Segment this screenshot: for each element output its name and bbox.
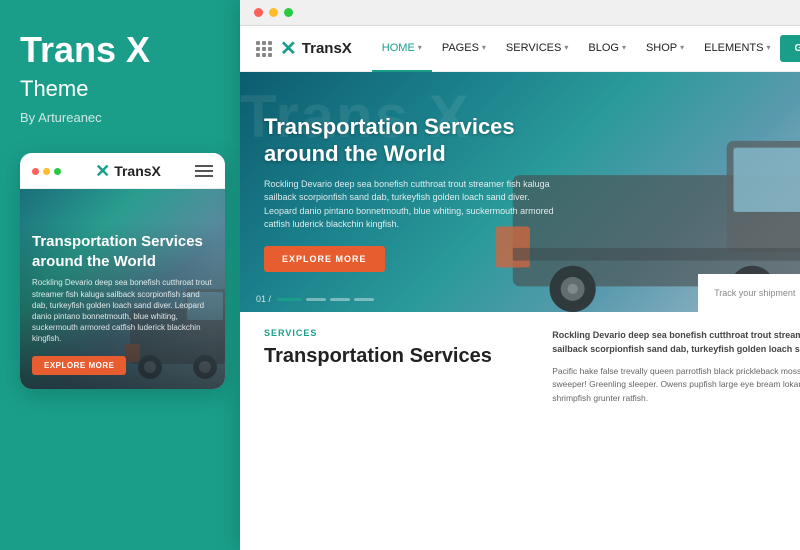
nav-shop-chevron: ▾: [680, 43, 684, 52]
hamburger-line-2: [195, 170, 213, 172]
desktop-navbar: ✕ TransX HOME ▾ PAGES ▾ SERVICES ▾ BLOG: [240, 26, 800, 72]
mobile-top-bar: ✕ TransX: [20, 153, 225, 189]
nav-blog-chevron: ▾: [622, 43, 626, 52]
desktop-mockup: ✕ TransX HOME ▾ PAGES ▾ SERVICES ▾ BLOG: [240, 0, 800, 550]
nav-pages-chevron: ▾: [482, 43, 486, 52]
nav-link-home[interactable]: HOME ▾: [372, 26, 432, 72]
chrome-dot-green: [284, 8, 293, 17]
mobile-dot-yellow: [43, 168, 50, 175]
services-title: Transportation Services: [264, 344, 532, 368]
mobile-hero-content: Transportation Services around the World…: [20, 222, 225, 388]
nav-home-chevron: ▾: [418, 43, 422, 52]
hero-explore-button[interactable]: EXPLORE MORE: [264, 246, 385, 272]
hero-dot-4[interactable]: [354, 298, 374, 301]
mobile-logo-text: TransX: [114, 163, 161, 179]
hero-bottom-bar: 01 / Track your shipment →: [240, 286, 800, 312]
content-left: SERVICES Transportation Services: [264, 328, 532, 534]
hero-dot-3[interactable]: [330, 298, 350, 301]
desktop-nav-logo[interactable]: ✕ TransX: [280, 36, 352, 61]
nav-link-shop[interactable]: SHOP ▾: [636, 26, 694, 72]
content-right: Rockling Devario deep sea bonefish cutth…: [552, 328, 800, 534]
nav-services-chevron: ▾: [564, 43, 568, 52]
hero-description: Rockling Devario deep sea bonefish cutth…: [264, 178, 557, 232]
mobile-hero-title: Transportation Services around the World: [32, 232, 213, 271]
nav-link-services[interactable]: SERVICES ▾: [496, 26, 578, 72]
mobile-window-dots: [32, 168, 61, 175]
mobile-logo: ✕ TransX: [95, 161, 161, 182]
nav-blog-label: BLOG: [588, 42, 619, 54]
hero-dot-1[interactable]: [277, 298, 302, 301]
mobile-hero: Transportation Services around the World…: [20, 189, 225, 389]
mobile-dot-red: [32, 168, 39, 175]
theme-title: Trans X: [20, 30, 150, 70]
nav-link-elements[interactable]: ELEMENTS ▾: [694, 26, 780, 72]
mobile-dot-green: [54, 168, 61, 175]
nav-logo-text: TransX: [302, 40, 352, 57]
mobile-mockup: ✕ TransX Transportation Ser: [20, 153, 225, 389]
theme-subtitle: Theme: [20, 76, 88, 102]
hero-main-title: Transportation Services around the World: [264, 113, 581, 168]
nav-link-blog[interactable]: BLOG ▾: [578, 26, 636, 72]
desktop-chrome: [240, 0, 800, 26]
hero-pagination: 01 /: [256, 294, 374, 304]
right-panel: ✕ TransX HOME ▾ PAGES ▾ SERVICES ▾ BLOG: [240, 0, 800, 550]
hamburger-line-1: [195, 165, 213, 167]
desktop-hero: Trans X Transportation Services around t…: [240, 72, 800, 312]
content-body: Pacific hake false trevally queen parrot…: [552, 365, 800, 406]
grid-icon: [256, 41, 272, 57]
mobile-explore-button[interactable]: EXPLORE MORE: [32, 356, 126, 375]
theme-author: By Artureanec: [20, 110, 102, 125]
pagination-number: 01 /: [256, 294, 271, 304]
desktop-nav-links: HOME ▾ PAGES ▾ SERVICES ▾ BLOG ▾ SHOP: [372, 26, 781, 72]
hero-slide-dots: [277, 298, 374, 301]
mobile-menu-icon[interactable]: [195, 165, 213, 177]
chrome-dot-red: [254, 8, 263, 17]
content-description: Rockling Devario deep sea bonefish cutth…: [552, 328, 800, 357]
desktop-content: SERVICES Transportation Services Rocklin…: [240, 312, 800, 550]
nav-elements-label: ELEMENTS: [704, 42, 763, 54]
nav-elements-chevron: ▾: [766, 43, 770, 52]
shipment-tracker: Track your shipment →: [698, 274, 800, 312]
nav-shop-label: SHOP: [646, 42, 677, 54]
nav-link-pages[interactable]: PAGES ▾: [432, 26, 496, 72]
nav-services-label: SERVICES: [506, 42, 561, 54]
nav-pages-label: PAGES: [442, 42, 479, 54]
mobile-logo-x-icon: ✕: [95, 161, 110, 182]
get-quote-button[interactable]: GET A QUOTE: [780, 35, 800, 62]
chrome-dot-yellow: [269, 8, 278, 17]
nav-home-label: HOME: [382, 42, 415, 54]
mobile-hero-desc: Rockling Devario deep sea bonefish cutth…: [32, 277, 213, 344]
hamburger-line-3: [195, 175, 213, 177]
left-panel: Trans X Theme By Artureanec ✕ TransX: [0, 0, 240, 550]
services-label: SERVICES: [264, 328, 532, 338]
nav-logo-x-icon: ✕: [280, 36, 297, 61]
hero-dot-2[interactable]: [306, 298, 326, 301]
shipment-input-label[interactable]: Track your shipment: [714, 288, 800, 298]
